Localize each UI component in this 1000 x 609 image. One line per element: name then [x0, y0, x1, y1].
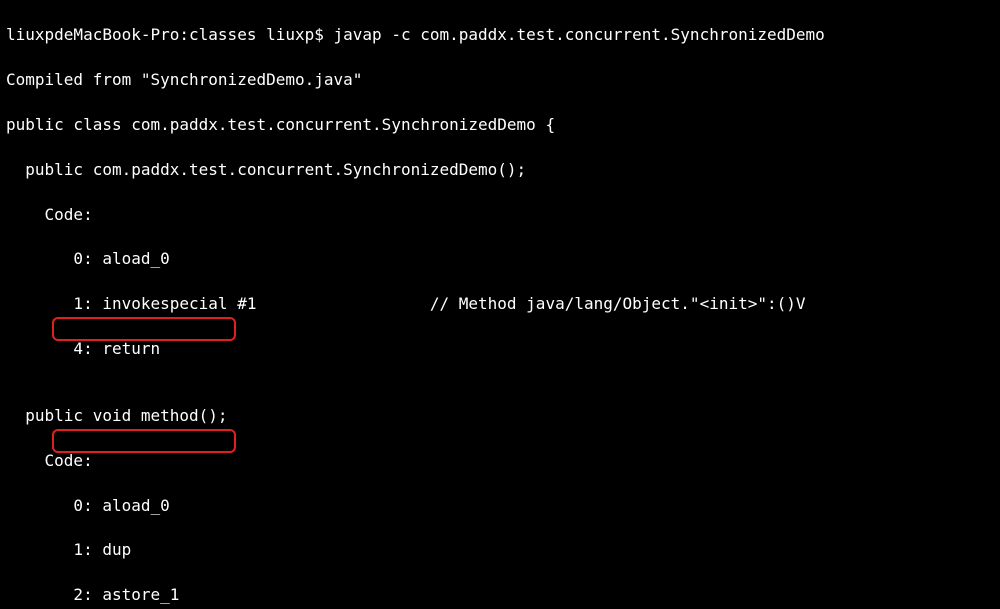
constructor-declaration: public com.paddx.test.concurrent.Synchro…: [6, 159, 994, 181]
bytecode-line: 2: astore_1: [6, 584, 994, 606]
terminal-output: liuxpdeMacBook-Pro:classes liuxp$ javap …: [0, 0, 1000, 609]
bytecode-line: 0: aload_0: [6, 495, 994, 517]
method-declaration: public void method();: [6, 405, 994, 427]
code-label: Code:: [6, 204, 994, 226]
shell-prompt-line: liuxpdeMacBook-Pro:classes liuxp$ javap …: [6, 24, 994, 46]
compiled-from-line: Compiled from "SynchronizedDemo.java": [6, 69, 994, 91]
bytecode-line: 1: dup: [6, 539, 994, 561]
bytecode-line: 0: aload_0: [6, 248, 994, 270]
bytecode-line: 1: invokespecial #1 // Method java/lang/…: [6, 293, 994, 315]
bytecode-line: 4: return: [6, 338, 994, 360]
code-label: Code:: [6, 450, 994, 472]
class-declaration: public class com.paddx.test.concurrent.S…: [6, 114, 994, 136]
